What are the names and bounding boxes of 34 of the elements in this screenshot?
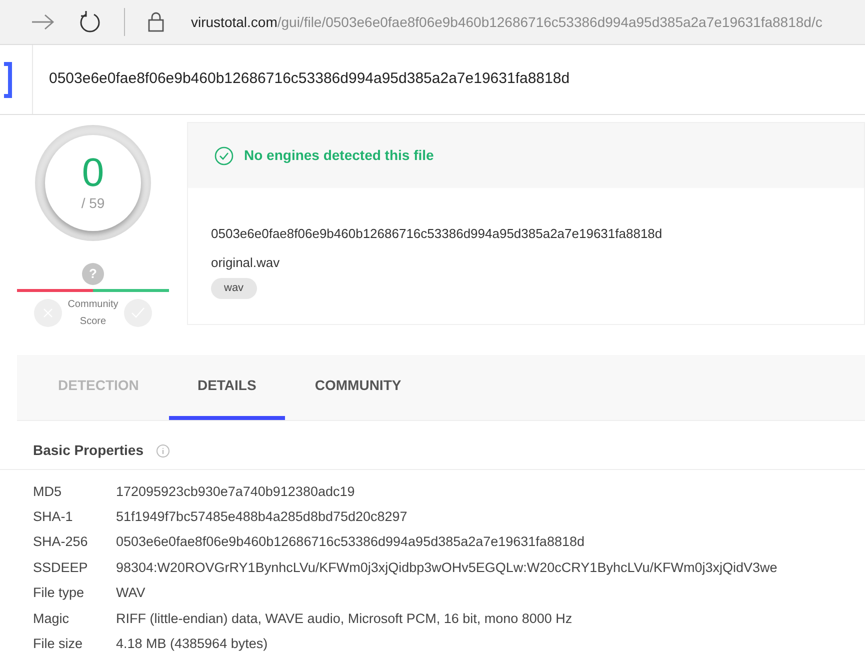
forward-arrow-icon[interactable] (30, 12, 56, 32)
tab[interactable]: COMMUNITY (298, 355, 418, 420)
property-value: 4.18 MB (4385964 bytes) (116, 634, 268, 653)
question-marker: ? (82, 263, 104, 285)
property-value: 0503e6e0fae8f06e9b460b12686716c53386d994a95d385a2a7e19631fa8818d (116, 533, 584, 552)
status-message: No engines detected this file (244, 146, 434, 165)
file-name: original.wav (211, 254, 280, 272)
check-circle-icon (214, 146, 234, 166)
section-title: Basic Properties (33, 441, 144, 460)
property-label: File type (33, 584, 86, 602)
property-value: 51f1949f7bc57485e488b4a285d8bd75d20c8297 (116, 508, 408, 526)
property-value: 98304:W20ROVGrRY1BynhcLVu/KFWm0j3xjQidbp3wOHv5EGQLw:W20cCRY1ByhcLVu/KFWm0j3xjQidV3we (116, 558, 778, 577)
refresh-icon[interactable] (78, 10, 102, 34)
detection-count: 0 (82, 152, 104, 192)
property-label: SHA-1 (33, 508, 74, 526)
file-tag[interactable]: wav (211, 278, 257, 298)
file-hash: 0503e6e0fae8f06e9b460b12686716c53386d994a95d385a2a7e19631fa8818d (211, 225, 662, 243)
property-value: RIFF (little-endian) data, WAVE audio, Microsoft PCM, 16 bit, mono 8000 Hz (116, 610, 572, 628)
property-label: Magic (33, 610, 70, 628)
property-label: SHA-256 (33, 533, 89, 552)
property-value: WAV (116, 584, 146, 602)
property-label: File size (33, 634, 84, 653)
menu-bracket-icon (4, 62, 12, 98)
property-value: 172095923cb930e7a740b912380adc19 (116, 482, 355, 501)
address-field[interactable]: virustotal.com/gui/file/0503e6e0fae8f06e9b460b12686716c53386d994a95d385a2a7e19631fa8818d/c (191, 12, 822, 32)
property-label: SSDEEP (33, 558, 89, 577)
search-field[interactable]: 0503e6e0fae8f06e9b460b12686716c53386d994a95d385a2a7e19631fa8818d (49, 68, 749, 91)
engine-total: / 59 (81, 194, 105, 212)
community-label: Community (68, 298, 118, 312)
info-icon[interactable] (156, 444, 170, 458)
property-label: MD5 (33, 482, 63, 501)
tab[interactable]: DETAILS (168, 355, 285, 420)
score-label: Score (80, 315, 106, 329)
lock-icon (147, 11, 165, 33)
